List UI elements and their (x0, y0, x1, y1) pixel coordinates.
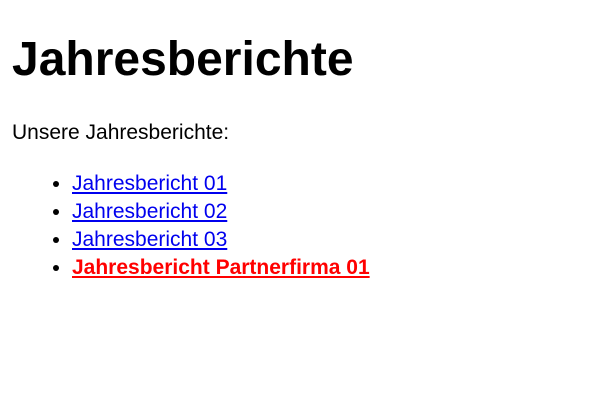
list-item: Jahresbericht 01 (72, 170, 370, 198)
page-title: Jahresberichte (12, 33, 354, 86)
report-link-partner-01[interactable]: Jahresbericht Partnerfirma 01 (72, 256, 370, 279)
report-list: Jahresbericht 01 Jahresbericht 02 Jahres… (12, 170, 370, 282)
intro-text: Unsere Jahresberichte: (12, 121, 230, 144)
report-link-03[interactable]: Jahresbericht 03 (72, 228, 227, 251)
list-item: Jahresbericht 02 (72, 198, 370, 226)
report-link-01[interactable]: Jahresbericht 01 (72, 172, 227, 195)
report-link-02[interactable]: Jahresbericht 02 (72, 200, 227, 223)
list-item: Jahresbericht 03 (72, 226, 370, 254)
list-item: Jahresbericht Partnerfirma 01 (72, 254, 370, 282)
